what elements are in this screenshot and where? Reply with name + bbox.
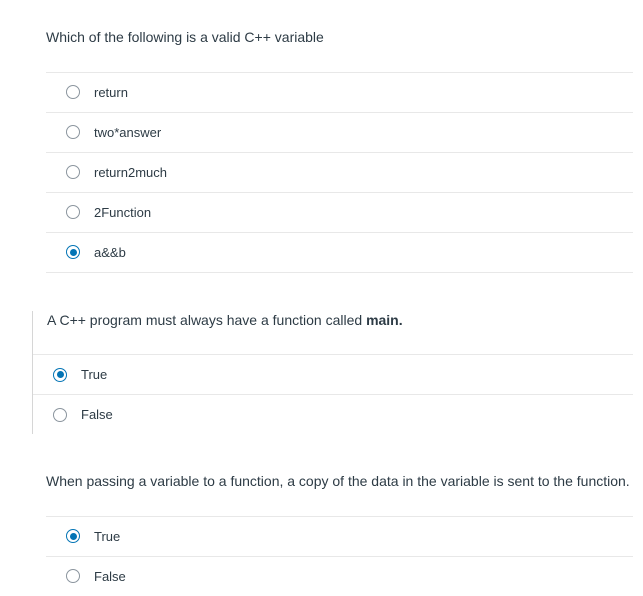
radio-icon[interactable] <box>66 205 80 219</box>
option-label: two*answer <box>94 125 161 140</box>
option-label: True <box>81 367 107 382</box>
radio-icon[interactable] <box>53 368 67 382</box>
question-block: A C++ program must always have a functio… <box>0 311 643 435</box>
option-label: return <box>94 85 128 100</box>
option-row[interactable]: 2Function <box>46 192 633 232</box>
question-prompt: A C++ program must always have a functio… <box>33 311 633 331</box>
radio-icon[interactable] <box>66 165 80 179</box>
option-row[interactable]: False <box>46 556 633 596</box>
options-group: True False <box>33 354 633 434</box>
options-group: True False <box>46 516 633 596</box>
option-label: False <box>94 569 126 584</box>
option-label: True <box>94 529 120 544</box>
radio-icon[interactable] <box>66 569 80 583</box>
option-row[interactable]: a&&b <box>46 232 633 273</box>
radio-icon[interactable] <box>66 85 80 99</box>
question-prompt: Which of the following is a valid C++ va… <box>46 28 633 48</box>
question-block: When passing a variable to a function, a… <box>0 472 643 596</box>
option-row[interactable]: return2much <box>46 152 633 192</box>
radio-icon[interactable] <box>53 408 67 422</box>
radio-icon[interactable] <box>66 529 80 543</box>
option-label: a&&b <box>94 245 126 260</box>
question-block: Which of the following is a valid C++ va… <box>0 28 643 273</box>
option-row[interactable]: two*answer <box>46 112 633 152</box>
option-row[interactable]: False <box>33 394 633 434</box>
option-label: return2much <box>94 165 167 180</box>
options-group: return two*answer return2much 2Function … <box>46 72 633 273</box>
radio-icon[interactable] <box>66 125 80 139</box>
question-prompt: When passing a variable to a function, a… <box>46 472 633 492</box>
option-label: False <box>81 407 113 422</box>
radio-icon[interactable] <box>66 245 80 259</box>
option-label: 2Function <box>94 205 151 220</box>
option-row[interactable]: return <box>46 72 633 112</box>
option-row[interactable]: True <box>46 516 633 556</box>
option-row[interactable]: True <box>33 354 633 394</box>
